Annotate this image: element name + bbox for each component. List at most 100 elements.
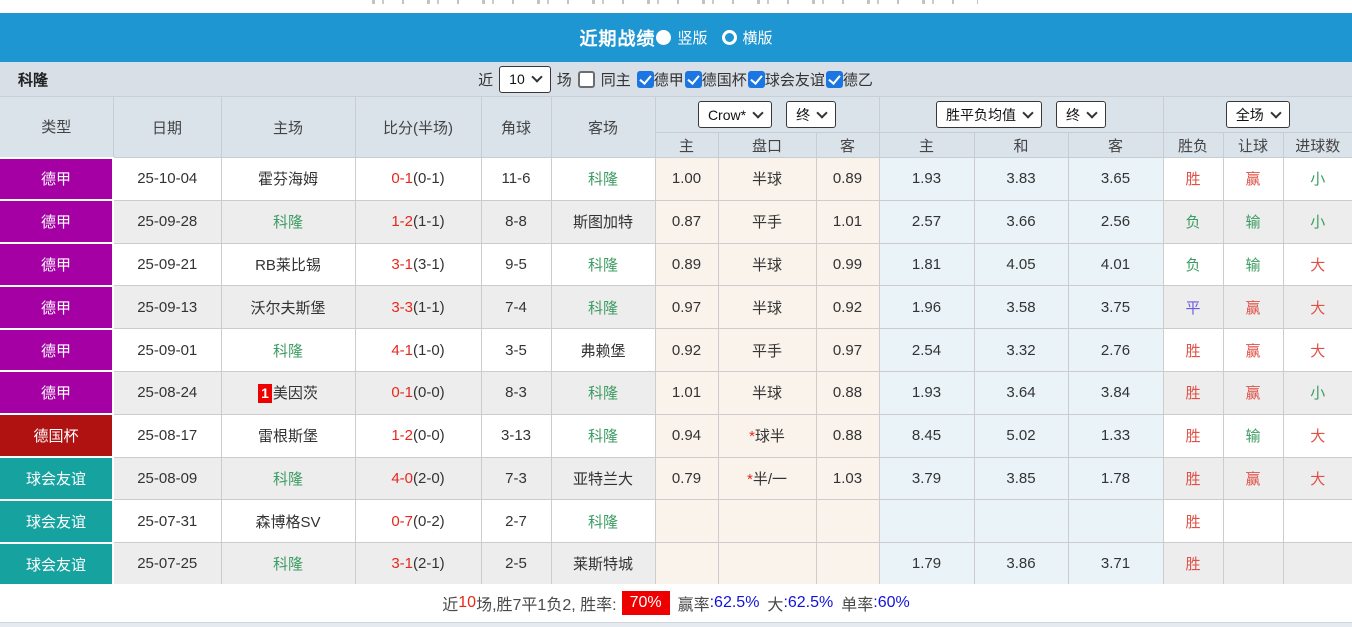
league-checkbox[interactable] [747, 70, 765, 88]
away-team-name: 科隆 [587, 171, 618, 189]
title-bar: 近期战绩 竖版 横版 [0, 13, 1352, 62]
corners-cell: 9-5 [480, 242, 552, 287]
ah-line-text: 半球 [751, 171, 782, 189]
check-icon [828, 71, 841, 85]
league-type-cell: 德国杯 [0, 413, 114, 459]
league-checkbox[interactable] [825, 70, 843, 88]
ah-line-text: 半/一 [752, 470, 787, 488]
col-header-away: 客场 [550, 96, 656, 158]
odds-type-select[interactable]: 胜平负均值 [936, 101, 1042, 128]
odds-home-cell: 1.96 [878, 285, 975, 330]
away-team-cell: 斯图加特 [550, 199, 656, 244]
ah-away-odds-cell: 0.97 [815, 328, 880, 372]
score-cell: 1-2(0-0) [354, 413, 482, 458]
ah-away-odds-cell [815, 499, 880, 544]
league-checkbox[interactable] [684, 70, 702, 88]
table-row: 德甲 25-09-01 科隆 4-1(1-0) 3-5 弗赖堡 0.92 平手 0.97 2.54… [0, 327, 1352, 373]
col-header-type: 类型 [0, 96, 114, 158]
date-cell: 25-07-31 [112, 499, 222, 544]
chevron-down-icon [1270, 106, 1282, 119]
col-header-date: 日期 [112, 96, 222, 158]
corners-cell: 2-5 [480, 542, 552, 585]
final-score: 3-1 [391, 255, 413, 273]
handicap-result-cell: 输 [1222, 199, 1284, 244]
odds-away-cell: 1.33 [1067, 413, 1164, 458]
col-header-home: 主场 [220, 96, 356, 158]
odds-away-cell: 1.78 [1067, 456, 1164, 501]
final-score: 4-0 [391, 469, 413, 487]
scope-value: 全场 [1235, 106, 1264, 123]
ah-line-cell: 平手 [717, 328, 817, 372]
league-type-cell: 德甲 [0, 284, 114, 330]
date-cell: 25-07-25 [112, 542, 222, 585]
league-checkbox-label[interactable]: 德乙 [843, 69, 873, 90]
summary-recent-label: 近 [442, 597, 459, 615]
odds-away-cell [1067, 499, 1164, 544]
ah-away-odds-cell: 1.01 [815, 199, 880, 244]
league-type-cell: 德甲 [0, 327, 114, 373]
odds-away-cell: 2.76 [1067, 328, 1164, 372]
odds-draw-cell: 3.66 [973, 199, 1069, 244]
league-checkbox-label[interactable]: 德国杯 [702, 69, 747, 90]
half-score: (2-1) [413, 555, 445, 573]
col-header-score: 比分(半场) [354, 96, 482, 158]
odds-time-select[interactable]: 终 [1056, 101, 1106, 128]
sub-header-handicap: 让球 [1222, 132, 1284, 158]
away-team-name: 科隆 [587, 299, 618, 317]
away-team-name: 科隆 [587, 428, 618, 446]
final-score: 0-7 [391, 512, 413, 530]
league-type-cell: 球会友谊 [0, 498, 114, 544]
date-cell: 25-08-17 [112, 413, 222, 458]
away-team-name: 科隆 [587, 256, 618, 274]
ah-time-select[interactable]: 终 [786, 101, 837, 128]
date-cell: 25-09-13 [112, 285, 222, 330]
odds-home-cell: 8.45 [878, 413, 975, 458]
horizontal-layout-radio[interactable] [721, 30, 737, 45]
handicap-result-cell: 赢 [1222, 285, 1284, 330]
vertical-layout-label[interactable]: 竖版 [677, 27, 707, 48]
ah-line-cell: 半球 [717, 285, 817, 330]
home-team-cell: 沃尔夫斯堡 [220, 285, 356, 330]
table-body: 德甲 25-10-04 霍芬海姆 0-1(0-1) 11-6 科隆 1.00 半球 0.89 1.… [0, 156, 1352, 586]
home-team-name: 科隆 [272, 342, 303, 360]
away-team-cell: 科隆 [550, 157, 656, 201]
single-rate-value: :60% [873, 594, 910, 612]
date-cell: 25-09-21 [112, 242, 222, 287]
odds-away-cell: 3.65 [1067, 157, 1164, 201]
table-row: 德甲 25-08-24 1 美因茨 0-1(0-0) 8-3 科隆 1.01 半球 0.88 1.9… [0, 370, 1352, 416]
home-team-name: 霍芬海姆 [257, 171, 318, 189]
horizontal-layout-label[interactable]: 横版 [743, 27, 773, 48]
ah-away-odds-cell: 0.92 [815, 285, 880, 330]
result-cell: 胜 [1162, 456, 1224, 501]
recent-count-select[interactable]: 10 [499, 65, 551, 93]
same-home-checkbox[interactable] [577, 70, 595, 88]
date-cell: 25-08-09 [112, 456, 222, 501]
ah-company-select[interactable]: Crow* [697, 101, 773, 128]
goals-result-cell: 大 [1282, 328, 1352, 372]
ah-home-odds-cell: 1.00 [654, 157, 719, 201]
table-row: 德甲 25-10-04 霍芬海姆 0-1(0-1) 11-6 科隆 1.00 半球 0.89 1.… [0, 156, 1352, 202]
table-row: 球会友谊 25-08-09 科隆 4-0(2-0) 7-3 亚特兰大 0.79 *半/一 1.0… [0, 456, 1352, 501]
half-score: (0-1) [413, 170, 445, 188]
chevron-down-icon [816, 106, 828, 119]
scope-select[interactable]: 全场 [1225, 101, 1290, 128]
league-checkbox-label[interactable]: 德甲 [654, 69, 684, 90]
ah-line-cell: 半球 [717, 370, 817, 415]
odds-time-value: 终 [1066, 106, 1080, 123]
away-team-name: 莱斯特城 [572, 556, 633, 574]
vertical-layout-radio[interactable] [656, 30, 672, 45]
same-home-label[interactable]: 同主 [601, 69, 631, 90]
league-type-cell: 德甲 [0, 370, 114, 416]
date-cell: 25-09-01 [112, 328, 222, 372]
scope-select-group: 全场 [1162, 96, 1352, 133]
league-checkbox-label[interactable]: 球会友谊 [765, 69, 825, 90]
ah-time-value: 终 [796, 106, 811, 123]
sub-header-result: 胜负 [1162, 132, 1224, 158]
handicap-result-cell: 赢 [1222, 456, 1284, 501]
sub-header-odds-draw: 和 [973, 132, 1069, 158]
check-icon [750, 71, 763, 85]
league-checkbox[interactable] [636, 70, 654, 88]
result-cell: 平 [1162, 285, 1224, 330]
home-team-cell: 科隆 [220, 542, 356, 585]
filter-controls: 近 10 场 同主 德甲 德国杯 球会友谊 德乙 [475, 65, 877, 93]
